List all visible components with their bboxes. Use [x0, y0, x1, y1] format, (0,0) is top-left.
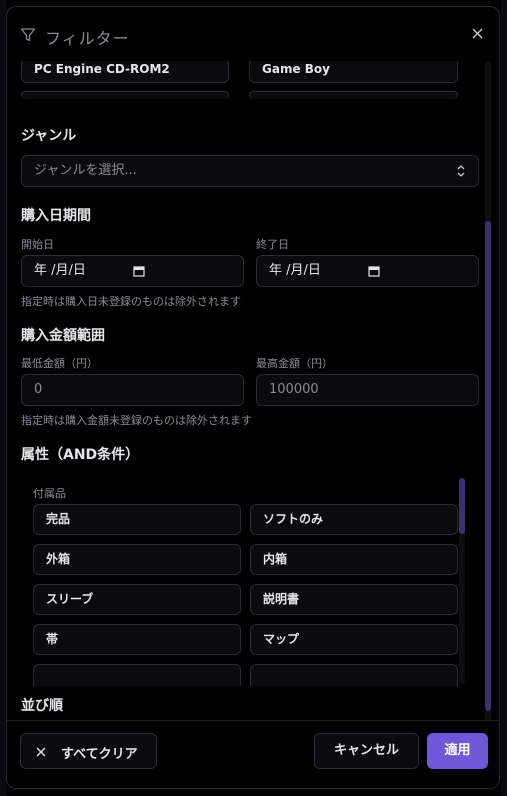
dialog-header: フィルター	[7, 7, 499, 61]
platform-chip[interactable]	[21, 91, 229, 99]
dialog-footer: すべてクリア キャンセル 適用	[7, 720, 499, 788]
attr-sleeve[interactable]: スリーブ	[33, 584, 241, 615]
attr-chip[interactable]	[33, 664, 241, 686]
attributes-scrollbar[interactable]	[459, 478, 465, 684]
max-price-input[interactable]: 100000	[256, 374, 479, 406]
attr-outer-box[interactable]: 外箱	[33, 544, 241, 575]
attributes-scrollbar-thumb[interactable]	[459, 478, 465, 534]
price-title: 購入金額範囲	[21, 328, 105, 344]
attr-chip[interactable]	[250, 664, 458, 686]
filter-dialog: フィルター PC Engine CD-ROM2 Game Boy ジャンル ジャ…	[6, 6, 500, 789]
platform-chip[interactable]: PC Engine CD-ROM2	[21, 61, 229, 83]
end-date-value: 年 /月/日	[269, 263, 321, 278]
start-date-input[interactable]: 年 /月/日	[21, 255, 244, 287]
close-button[interactable]	[467, 23, 487, 43]
genre-placeholder: ジャンルを選択...	[34, 163, 137, 178]
attr-map[interactable]: マップ	[250, 624, 458, 655]
apply-button[interactable]: 適用	[427, 733, 488, 769]
start-date-label: 開始日	[21, 238, 54, 251]
min-price-label: 最低金額（円）	[21, 357, 98, 370]
end-date-label: 終了日	[256, 238, 289, 251]
attr-software-only[interactable]: ソフトのみ	[250, 504, 458, 535]
cancel-button[interactable]: キャンセル	[314, 733, 419, 769]
accessories-label: 付属品	[33, 487, 66, 500]
max-price-label: 最高金額（円）	[256, 357, 333, 370]
dialog-title: フィルター	[45, 29, 130, 48]
genre-select[interactable]: ジャンルを選択...	[21, 155, 479, 187]
backdrop	[501, 0, 507, 796]
platform-chip[interactable]: Game Boy	[249, 61, 458, 83]
genre-title: ジャンル	[21, 128, 77, 144]
calendar-icon[interactable]	[133, 265, 145, 277]
platform-grid: PC Engine CD-ROM2 Game Boy	[21, 61, 473, 99]
attr-obi[interactable]: 帯	[33, 624, 241, 655]
start-date-value: 年 /月/日	[34, 263, 86, 278]
attr-manual[interactable]: 説明書	[250, 584, 458, 615]
chevron-up-down-icon	[457, 165, 465, 177]
filter-icon	[20, 28, 36, 42]
purchase-date-note: 指定時は購入日未登録のものは除外されます	[21, 295, 241, 308]
content-scrollbar-thumb[interactable]	[485, 221, 491, 711]
attributes-panel: 付属品 完品 ソフトのみ 外箱 内箱 スリーブ 説明書 帯 マップ	[21, 476, 479, 686]
platform-chip[interactable]	[249, 91, 458, 99]
filter-content: PC Engine CD-ROM2 Game Boy ジャンル ジャンルを選択.…	[7, 61, 499, 723]
attr-complete[interactable]: 完品	[33, 504, 241, 535]
min-price-input[interactable]: 0	[21, 374, 244, 406]
attr-inner-box[interactable]: 内箱	[250, 544, 458, 575]
calendar-icon[interactable]	[368, 265, 380, 277]
end-date-input[interactable]: 年 /月/日	[256, 255, 479, 287]
sort-title: 並び順	[21, 698, 63, 714]
close-icon	[472, 28, 482, 38]
price-note: 指定時は購入金額未登録のものは除外されます	[21, 414, 252, 427]
content-scrollbar[interactable]	[485, 61, 491, 723]
clear-all-button[interactable]: すべてクリア	[20, 733, 157, 769]
attributes-title: 属性（AND条件）	[21, 447, 140, 463]
purchase-date-title: 購入日期間	[21, 208, 91, 224]
close-icon	[36, 747, 46, 757]
clear-all-label: すべてクリア	[61, 747, 138, 762]
